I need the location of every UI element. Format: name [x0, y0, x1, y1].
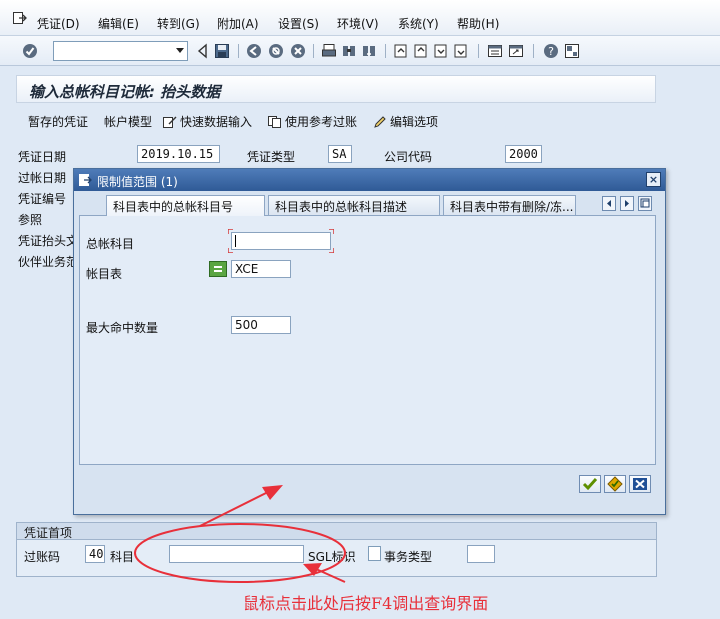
transaction-type-field[interactable] [467, 545, 495, 563]
tab-list-button[interactable] [638, 196, 652, 211]
transaction-type-label: 事务类型 [384, 550, 433, 564]
tab-gl-account-number[interactable]: 科目表中的总帐科目号 [106, 195, 265, 216]
account-label: 科目 [110, 550, 135, 564]
sgl-indicator-label: SGL标识 [308, 550, 356, 564]
dialog-close-button[interactable]: × [646, 172, 661, 187]
fast-entry-icon [163, 116, 177, 128]
print-icon[interactable] [321, 43, 337, 59]
pencil-icon [374, 116, 386, 128]
reference-label: 参照 [18, 213, 43, 227]
menu-extras[interactable]: 附加(A) [217, 15, 259, 32]
svg-text:?: ? [548, 45, 554, 58]
customize-layout-icon[interactable] [564, 43, 580, 59]
posting-date-label: 过帐日期 [18, 171, 67, 185]
use-reference-label: 使用参考过账 [285, 115, 358, 129]
document-date-field[interactable]: 2019.10.15 [137, 145, 220, 163]
sgl-indicator-field[interactable] [368, 546, 381, 561]
menu-help[interactable]: 帮助(H) [457, 15, 499, 32]
account-model-button[interactable]: 帐户模型 [104, 113, 152, 130]
tab-list-icon [640, 198, 650, 208]
fast-entry-button[interactable]: 快速数据输入 [163, 113, 252, 130]
menu-goto[interactable]: 转到(G) [157, 15, 200, 32]
confirm-button[interactable] [579, 475, 601, 493]
back-arrow-icon[interactable] [195, 43, 211, 59]
copy-document-icon [268, 116, 281, 128]
standard-toolbar: ? [0, 36, 720, 66]
required-field-corner-marks [228, 229, 334, 253]
tab-gl-account-description[interactable]: 科目表中的总帐科目描述 [268, 195, 440, 215]
edit-options-button[interactable]: 编辑选项 [373, 113, 438, 130]
help-icon[interactable]: ? [543, 43, 559, 59]
checkmark-icon [582, 478, 598, 491]
dialog-title-bar: 限制值范围 (1) × [74, 169, 665, 191]
last-page-icon[interactable] [453, 43, 469, 59]
partner-business-area-label: 伙伴业务范 [18, 255, 79, 269]
next-page-icon[interactable] [433, 43, 449, 59]
cancel-button[interactable] [629, 475, 651, 493]
multiple-selection-button[interactable] [604, 475, 626, 493]
close-icon [633, 478, 647, 490]
group-title: 凭证首项 [17, 523, 656, 540]
annotation-text: 鼠标点击此处后按F4调出查询界面 [243, 594, 489, 613]
find-next-icon[interactable] [361, 43, 377, 59]
document-type-label: 凭证类型 [247, 150, 296, 164]
new-session-icon[interactable] [487, 43, 503, 59]
max-hits-field[interactable]: 500 [231, 316, 291, 334]
page-title: 输入总帐科目记帐: 抬头数据 [29, 83, 221, 101]
posting-key-field[interactable]: 40 [85, 545, 105, 563]
menu-bar: 凭证(D) 编辑(E) 转到(G) 附加(A) 设置(S) 环境(V) 系统(Y… [0, 0, 720, 36]
exit-app-icon[interactable] [13, 12, 27, 24]
menu-environment[interactable]: 环境(V) [337, 15, 379, 32]
chart-of-accounts-label: 帐目表 [86, 267, 123, 281]
restrict-value-range-dialog: 限制值范围 (1) × 科目表中的总帐科目号 科目表中的总帐科目描述 科目表中带… [73, 168, 666, 515]
fast-entry-label: 快速数据输入 [180, 115, 253, 129]
toolbar-separator [478, 44, 479, 58]
shortcut-icon[interactable] [508, 43, 524, 59]
edit-options-label: 编辑选项 [390, 115, 439, 129]
dialog-title: 限制值范围 (1) [97, 175, 178, 189]
tab-scroll-right-button[interactable] [620, 196, 634, 211]
toolbar-separator [238, 44, 239, 58]
document-number-label: 凭证编号 [18, 192, 67, 206]
find-icon[interactable] [341, 43, 357, 59]
gl-account-label: 总帐科目 [86, 237, 135, 251]
chevron-left-icon [607, 200, 611, 207]
tab-gl-account-deletion-blocked[interactable]: 科目表中带有删除/冻... [443, 195, 576, 215]
chevron-right-icon [625, 200, 629, 207]
back-circle-icon[interactable] [246, 43, 262, 59]
menu-system[interactable]: 系统(Y) [398, 15, 439, 32]
posting-key-label: 过账码 [24, 550, 61, 564]
saved-documents-button[interactable]: 暂存的凭证 [28, 113, 88, 130]
dialog-window-icon [79, 174, 92, 186]
tab-scroll-left-button[interactable] [602, 196, 616, 211]
toolbar-separator [533, 44, 534, 58]
document-date-label: 凭证日期 [18, 150, 67, 164]
title-area: 输入总帐科目记帐: 抬头数据 [16, 75, 656, 103]
toolbar-separator [385, 44, 386, 58]
document-type-field[interactable]: SA [328, 145, 352, 163]
multiple-selection-icon [607, 476, 623, 492]
account-field[interactable] [169, 545, 304, 563]
company-code-field[interactable]: 2000 [505, 145, 542, 163]
use-reference-button[interactable]: 使用参考过账 [268, 113, 357, 130]
first-page-icon[interactable] [393, 43, 409, 59]
command-field[interactable] [53, 41, 188, 61]
header-text-label: 凭证抬头文 [18, 234, 79, 248]
tab-panel [79, 215, 656, 465]
save-icon[interactable] [214, 43, 230, 59]
cancel-circle-icon[interactable] [290, 43, 306, 59]
exit-circle-icon[interactable] [268, 43, 284, 59]
menu-document[interactable]: 凭证(D) [37, 15, 80, 32]
chevron-down-icon[interactable] [176, 48, 184, 53]
menu-edit[interactable]: 编辑(E) [98, 15, 139, 32]
max-hits-label: 最大命中数量 [86, 321, 159, 335]
toolbar-separator [313, 44, 314, 58]
menu-settings[interactable]: 设置(S) [278, 15, 319, 32]
application-toolbar: 暂存的凭证 帐户模型 快速数据输入 使用参考过账 编辑选项 [16, 108, 656, 132]
equals-option-icon[interactable] [209, 261, 227, 277]
chart-of-accounts-field[interactable]: XCE [231, 260, 291, 278]
enter-check-icon[interactable] [22, 43, 38, 59]
company-code-label: 公司代码 [384, 150, 433, 164]
previous-page-icon[interactable] [413, 43, 429, 59]
